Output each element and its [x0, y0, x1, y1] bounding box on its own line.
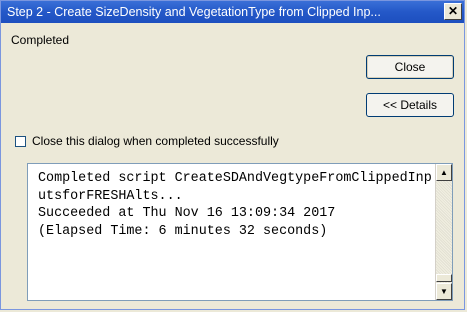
close-window-icon[interactable]: ✕ [444, 3, 462, 20]
title-bar[interactable]: Step 2 - Create SizeDensity and Vegetati… [1, 1, 464, 23]
details-button[interactable]: << Details [366, 93, 454, 117]
status-text: Completed [11, 33, 70, 47]
messages-box[interactable]: Completed script CreateSDAndVegtypeFromC… [27, 163, 453, 301]
window-title: Step 2 - Create SizeDensity and Vegetati… [7, 5, 381, 19]
close-when-complete-row[interactable]: Close this dialog when completed success… [15, 134, 279, 148]
scroll-thumb[interactable] [436, 274, 452, 282]
close-when-complete-label: Close this dialog when completed success… [32, 134, 279, 148]
scroll-down-icon[interactable]: ▼ [436, 283, 452, 300]
scroll-up-icon[interactable]: ▲ [436, 164, 452, 181]
progress-dialog: Step 2 - Create SizeDensity and Vegetati… [0, 0, 465, 310]
vertical-scrollbar[interactable]: ▲ ▼ [435, 164, 452, 300]
close-when-complete-checkbox[interactable] [15, 135, 26, 147]
messages-text: Completed script CreateSDAndVegtypeFromC… [38, 171, 432, 239]
close-button[interactable]: Close [366, 55, 454, 79]
